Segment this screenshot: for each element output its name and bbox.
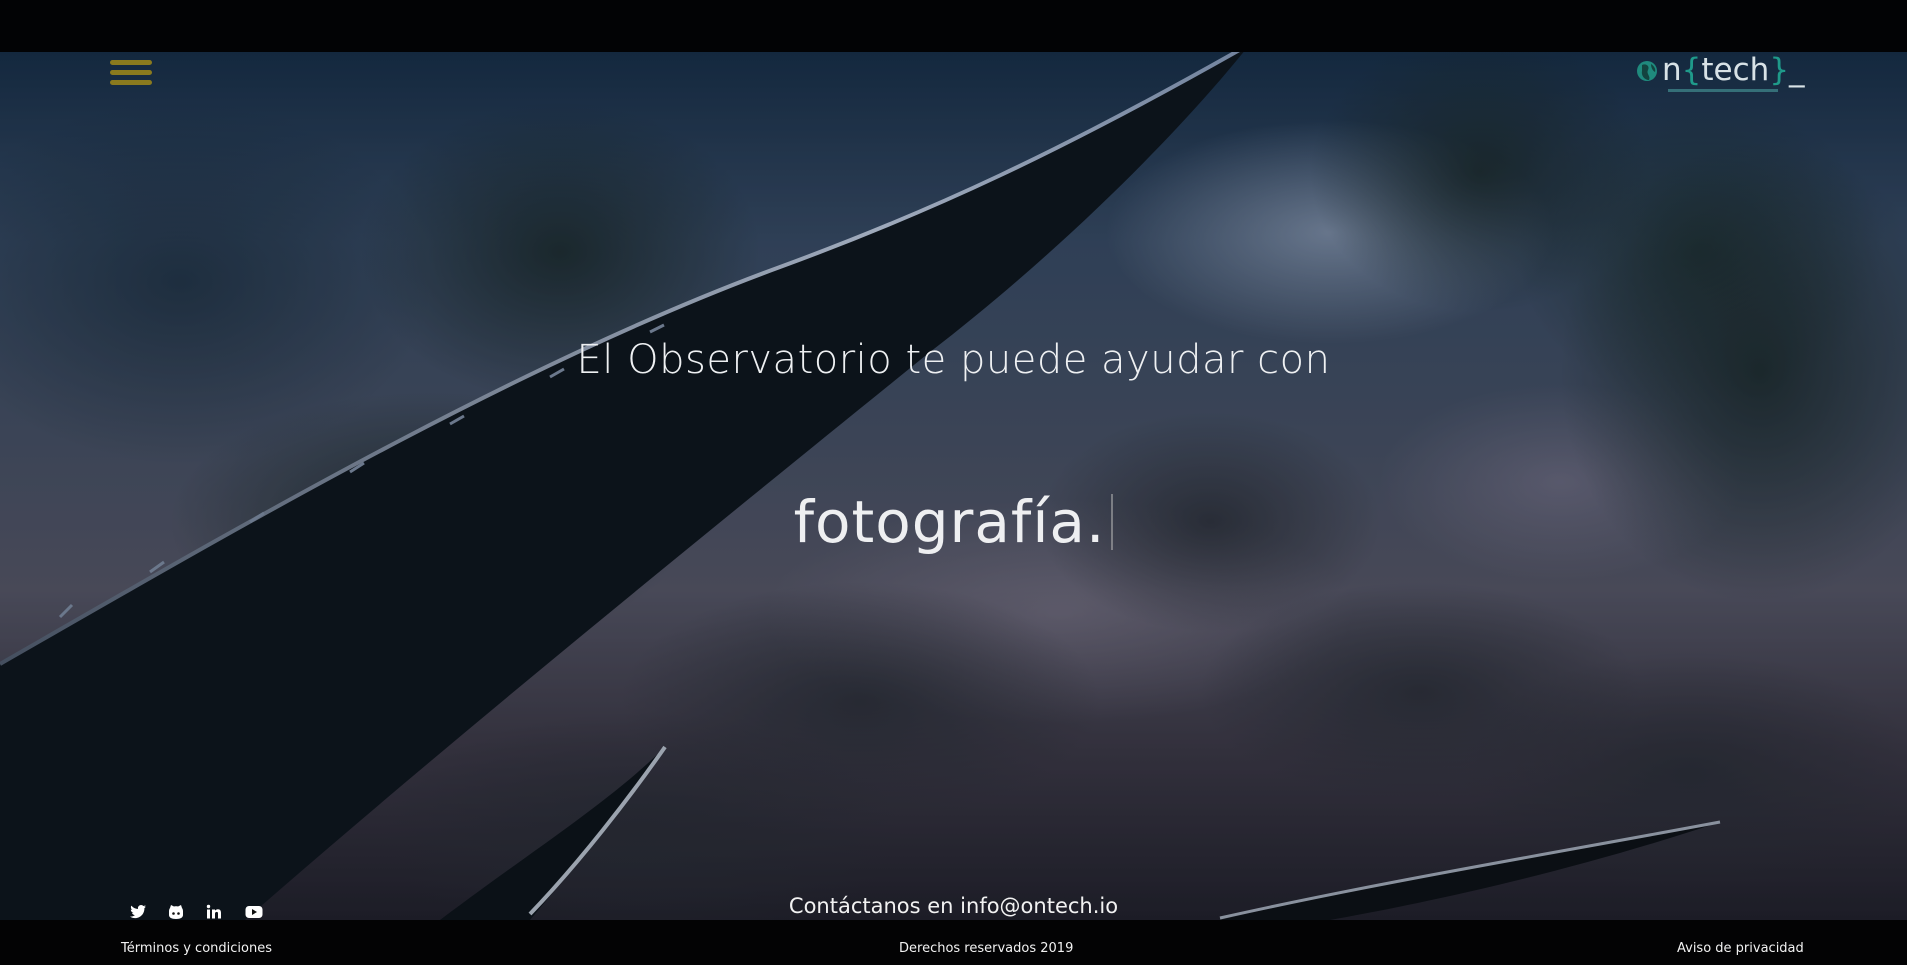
logo-brace-close: } <box>1769 52 1790 88</box>
hero-dark-overlay <box>0 52 1907 920</box>
twitter-icon[interactable] <box>128 902 148 922</box>
contact-email-link[interactable]: info@ontech.io <box>960 894 1118 918</box>
youtube-icon[interactable] <box>244 902 264 922</box>
logo-brace-open: { <box>1681 52 1702 88</box>
hero-headline: El Observatorio te puede ayudar con <box>576 337 1331 383</box>
logo-tagline <box>1668 89 1778 92</box>
menu-bar-line <box>110 80 152 85</box>
contact-line: Contáctanos en info@ontech.io <box>0 894 1907 918</box>
rotating-word-text: fotografía. <box>793 488 1106 556</box>
landing-page: n{tech}_ El Observatorio te puede ayudar… <box>0 0 1907 965</box>
hamburger-menu-icon[interactable] <box>110 60 152 86</box>
hero-rotating-word: fotografía. <box>0 488 1907 556</box>
top-black-bar <box>0 0 1907 52</box>
github-icon[interactable] <box>166 902 186 922</box>
hero-background-video <box>0 52 1907 920</box>
terms-link[interactable]: Términos y condiciones <box>121 941 272 956</box>
ontech-logo[interactable]: n{tech}_ <box>1634 50 1805 98</box>
menu-bar-line <box>110 60 152 65</box>
contact-prefix: Contáctanos en <box>788 894 961 918</box>
menu-bar-line <box>110 70 152 75</box>
rights-text: Derechos reservados 2019 <box>899 941 1074 956</box>
typing-caret <box>1111 494 1114 550</box>
logo-cursor: _ <box>1789 52 1805 88</box>
logo-letter-n: n <box>1662 52 1682 88</box>
linkedin-icon[interactable] <box>204 902 224 922</box>
logo-word-tech: tech <box>1701 52 1770 88</box>
privacy-link[interactable]: Aviso de privacidad <box>1677 941 1804 956</box>
globe-icon <box>1637 61 1657 81</box>
logo-wordmark: n{tech}_ <box>1662 50 1805 90</box>
